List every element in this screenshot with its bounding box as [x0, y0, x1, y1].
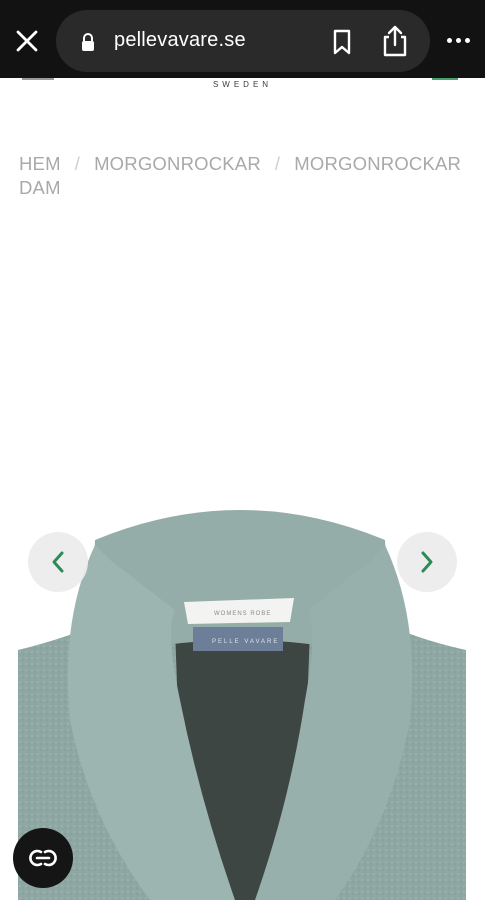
- next-image-button[interactable]: [397, 532, 457, 592]
- share-icon[interactable]: [378, 24, 412, 58]
- bookmark-icon[interactable]: [328, 28, 356, 56]
- more-button[interactable]: [440, 26, 476, 54]
- close-button[interactable]: [8, 22, 46, 60]
- close-icon: [16, 30, 38, 52]
- address-bar-url: pellevavare.se: [114, 29, 246, 51]
- chat-icon: [29, 849, 57, 867]
- lock-icon: [82, 33, 94, 51]
- chevron-right-icon: [421, 551, 433, 573]
- more-icon-dot: [464, 37, 470, 43]
- site-header: SWEDEN: [0, 78, 485, 92]
- browser-toolbar: pellevavare.se: [0, 0, 485, 78]
- breadcrumb: HEM / MORGONROCKAR / MORGONROCKAR DAM: [19, 152, 469, 200]
- cart-icon[interactable]: [432, 78, 458, 80]
- tag-text: PELLE VAVARE: [212, 639, 279, 645]
- address-bar[interactable]: pellevavare.se: [56, 10, 430, 72]
- breadcrumb-separator: /: [274, 153, 281, 174]
- more-icon-dot: [446, 37, 452, 43]
- breadcrumb-home[interactable]: HEM: [19, 153, 61, 174]
- chevron-left-icon: [52, 551, 64, 573]
- more-icon-dot: [455, 37, 461, 43]
- brand-subtitle: SWEDEN: [212, 80, 273, 89]
- product-image[interactable]: WOMENS ROBE PELLE VAVARE: [0, 200, 485, 900]
- chat-button[interactable]: [13, 828, 73, 888]
- breadcrumb-morgonrockar[interactable]: MORGONROCKAR: [94, 153, 261, 174]
- label-text: WOMENS ROBE: [214, 611, 271, 617]
- previous-image-button[interactable]: [28, 532, 88, 592]
- breadcrumb-separator: /: [74, 153, 81, 174]
